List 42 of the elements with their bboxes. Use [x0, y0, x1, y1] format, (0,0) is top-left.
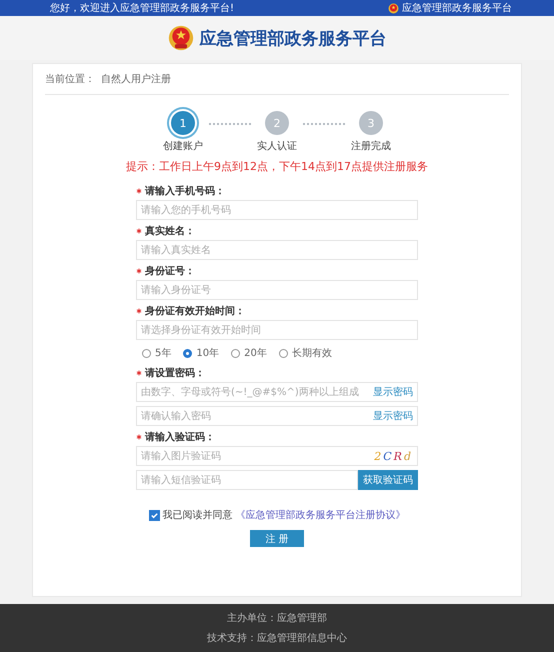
input-field[interactable]: 请输入真实姓名 [136, 240, 418, 260]
radio-option[interactable]: 10年 [183, 346, 220, 360]
input-field[interactable]: 由数字、字母或符号(~!_@#$%^)两种以上组成 显示密码 [136, 382, 418, 402]
step-circle: 1 [171, 111, 195, 135]
input-field[interactable]: 请确认输入密码 显示密码 [136, 406, 418, 426]
field-label: 请设置密码： [136, 366, 418, 380]
input-field[interactable]: 请输入身份证号 [136, 280, 418, 300]
step-label: 注册完成 [351, 140, 391, 153]
field-label: 身份证有效开始时间： [136, 304, 418, 318]
show-password-link[interactable]: 显示密码 [373, 385, 413, 399]
register-button[interactable]: 注 册 [250, 530, 304, 547]
radio-option[interactable]: 长期有效 [278, 346, 332, 360]
field-label: 请输入手机号码： [136, 184, 418, 198]
radio-option[interactable]: 5年 [142, 346, 172, 360]
breadcrumb-label: 当前位置： [45, 72, 95, 86]
emblem-icon [388, 2, 399, 14]
show-password-link[interactable]: 显示密码 [373, 409, 413, 423]
field-label: 请输入验证码： [136, 430, 418, 444]
step-label: 实人认证 [257, 140, 297, 153]
field-label: 真实姓名： [136, 224, 418, 238]
footer-text: 技术支持：应急管理部信息中心 [207, 632, 347, 645]
input-field[interactable]: 请输入图片验证码 2CRd [136, 446, 418, 466]
step-circle: 2 [265, 111, 289, 135]
step-label: 创建账户 [163, 140, 203, 153]
input-field[interactable]: 请输入您的手机号码 [136, 200, 418, 220]
agreement-link[interactable]: 《应急管理部政务服务平台注册协议》 [236, 508, 406, 522]
site-title: 应急管理部政务服务平台 [200, 28, 386, 50]
input-field[interactable]: 请选择身份证有效开始时间 [136, 320, 418, 340]
welcome-text: 您好，欢迎进入应急管理部政务服务平台! [50, 2, 234, 15]
field-label: 身份证号： [136, 264, 418, 278]
breadcrumb-current: 自然人用户注册 [101, 72, 171, 86]
notice-text: 提示：工作日上午9点到12点，下午14点到17点提供注册服务 [126, 159, 428, 174]
captcha-image[interactable]: 2CRd [374, 450, 413, 462]
agree-text: 我已阅读并同意 [162, 508, 232, 522]
emblem-icon [168, 25, 194, 51]
step-circle: 3 [359, 111, 383, 135]
get-code-button[interactable]: 获取验证码 [358, 470, 418, 490]
site-link[interactable]: 应急管理部政务服务平台 [388, 1, 512, 15]
radio-option[interactable]: 20年 [231, 346, 267, 360]
footer-text: 主办单位：应急管理部 [227, 612, 327, 625]
agree-checkbox[interactable] [148, 510, 160, 520]
input-field[interactable]: 请输入短信验证码 [136, 470, 358, 490]
